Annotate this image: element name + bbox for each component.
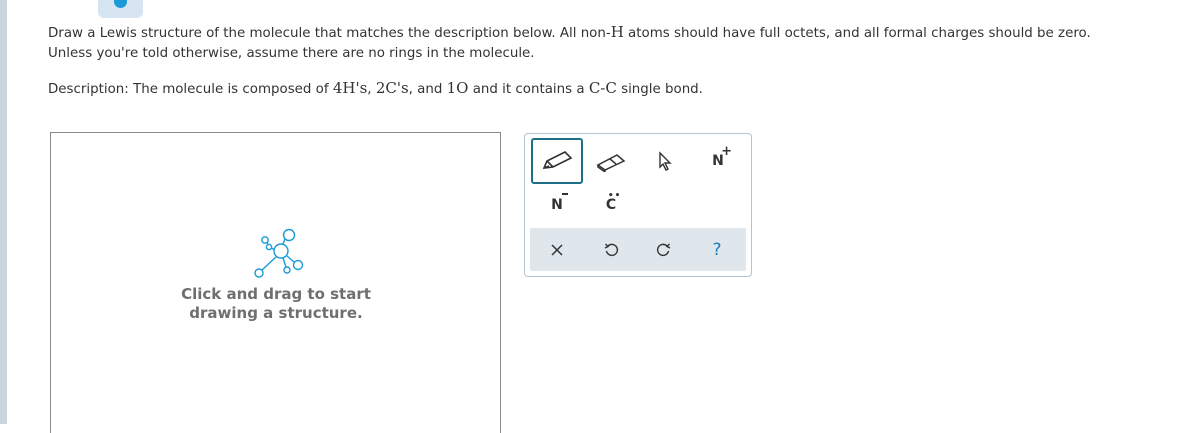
positive-charge-tool-button[interactable]: N + — [692, 138, 744, 184]
question-instructions: Draw a Lewis structure of the molecule t… — [48, 22, 1168, 100]
select-tool-button[interactable] — [639, 138, 691, 184]
redo-button[interactable] — [638, 228, 690, 271]
placeholder-line-1: Click and drag to start — [181, 285, 371, 303]
left-rail — [0, 0, 7, 424]
placeholder-line-2: drawing a structure. — [189, 304, 363, 322]
question-tab[interactable] — [98, 0, 143, 18]
positive-charge-label: N + — [712, 144, 733, 169]
tab-indicator — [114, 0, 127, 8]
canvas-placeholder-text: Click and drag to start drawing a struct… — [151, 285, 401, 323]
radical-tool-button[interactable]: C •• — [585, 182, 637, 228]
radical-label: C •• — [605, 191, 622, 213]
lone-pair-label: N — [551, 193, 569, 213]
pencil-tool-button[interactable] — [531, 138, 583, 184]
action-bar: ? — [530, 228, 746, 271]
clear-button[interactable] — [531, 228, 583, 271]
lone-pair-tool-button[interactable]: N — [531, 182, 583, 228]
molecule-description: Description: The molecule is composed of… — [48, 79, 703, 97]
pencil-icon — [542, 151, 573, 169]
eraser-icon — [596, 154, 626, 172]
help-icon: ? — [712, 239, 722, 260]
help-button[interactable]: ? — [691, 228, 743, 271]
cursor-icon — [659, 151, 672, 171]
eraser-tool-button[interactable] — [585, 138, 637, 184]
x-icon — [551, 243, 563, 256]
instruction-line-1: Draw a Lewis structure of the molecule t… — [48, 23, 1091, 41]
drawing-canvas[interactable]: Click and drag to start drawing a struct… — [50, 132, 501, 433]
undo-icon — [604, 243, 619, 256]
instruction-line-2: Unless you're told otherwise, assume the… — [48, 46, 535, 61]
undo-button[interactable] — [585, 228, 637, 271]
molecule-icon — [254, 228, 304, 278]
drawing-toolbar: N + N C •• ? — [524, 133, 752, 277]
redo-icon — [656, 243, 671, 256]
